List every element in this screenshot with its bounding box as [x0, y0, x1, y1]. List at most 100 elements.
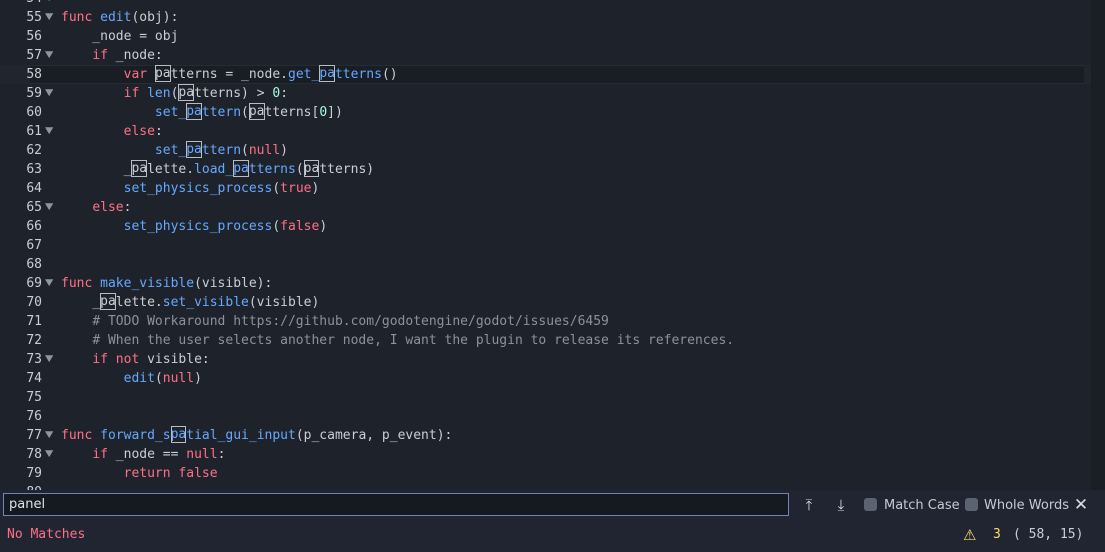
code-line[interactable]: 63 _palette.load_patterns(patterns) [0, 160, 1091, 179]
fold-chevron-icon[interactable]: ▼ [45, 426, 57, 445]
code-token: load_ [194, 162, 234, 177]
line-code: if _node == null: [61, 445, 225, 464]
code-token: set_physics_process [123, 219, 273, 234]
find-input[interactable] [3, 493, 789, 516]
fold-chevron-icon[interactable]: ▼ [45, 274, 57, 293]
code-token: ( [241, 105, 249, 120]
code-token: ) [194, 371, 202, 386]
code-line[interactable]: 56 _node = obj [0, 27, 1091, 46]
line-number: 57 [26, 48, 42, 63]
code-line[interactable]: 69 ▼ func make_visible(visible): [0, 274, 1091, 293]
fold-chevron-icon[interactable]: ▼ [45, 8, 57, 27]
code-token: null [162, 371, 195, 386]
code-line[interactable]: 64 set_physics_process(true) [0, 179, 1091, 198]
code-line[interactable]: 54▼ [0, 0, 1091, 8]
line-code: set_physics_process(true) [61, 179, 320, 198]
fold-chevron-icon[interactable]: ▼ [45, 84, 57, 103]
find-next-button[interactable]: ⤓ [832, 496, 850, 514]
code-token: tial_gui_input [186, 428, 296, 443]
line-code: # TODO Workaround https://github.com/god… [61, 312, 609, 331]
code-line[interactable]: 66 set_physics_process(false) [0, 217, 1091, 236]
cursor-position: ( 58, 15) [1013, 527, 1084, 542]
code-line[interactable]: 80 [0, 483, 1091, 490]
code-line[interactable]: 58 var patterns = _node.get_patterns() [0, 65, 1091, 84]
code-token: () [381, 67, 398, 82]
fold-chevron-icon[interactable]: ▼ [45, 198, 57, 217]
code-line[interactable]: 57 ▼ if _node: [0, 46, 1091, 65]
code-line[interactable]: 74 edit(null) [0, 369, 1091, 388]
code-token: visible: [139, 352, 210, 367]
line-number: 65 [26, 200, 42, 215]
code-token: get_ [288, 67, 320, 82]
code-token: : [217, 447, 226, 462]
search-highlight: pa [303, 160, 320, 177]
code-token: ]) [327, 105, 343, 120]
line-number: 78 [26, 447, 42, 462]
warning-icon[interactable]: ⚠ [963, 526, 976, 544]
close-find-button[interactable]: ✕ [1072, 496, 1090, 514]
code-token: set_visible [162, 295, 249, 310]
fold-chevron-icon[interactable]: ▼ [45, 46, 57, 65]
code-line[interactable]: 68 [0, 255, 1091, 274]
line-code: var patterns = _node.get_patterns() [61, 65, 398, 84]
code-editor[interactable]: 54▼55▼func edit(obj):56 _node = obj57▼ i… [0, 0, 1091, 490]
line-number: 58 [26, 67, 42, 82]
code-token: ) [280, 143, 288, 158]
code-line[interactable]: 77 ▼ func forward_spatial_gui_input(p_came… [0, 426, 1091, 445]
code-line[interactable]: 60 set_pattern(patterns[0]) [0, 103, 1091, 122]
line-code: edit(null) [61, 369, 202, 388]
fold-chevron-icon[interactable]: ▼ [45, 122, 57, 141]
line-code: func forward_spatial_gui_input(p_camera,… [61, 426, 452, 445]
line-code: _palette.set_visible(visible) [61, 293, 319, 312]
code-token: ( [272, 181, 281, 196]
whole-words-checkbox[interactable] [965, 498, 978, 511]
code-line[interactable]: 65 ▼ else: [0, 198, 1091, 217]
line-number: 70 [26, 295, 42, 310]
match-case-label[interactable]: Match Case [884, 498, 960, 513]
code-token: lette. [115, 295, 163, 310]
code-token: ( [272, 219, 281, 234]
code-line[interactable]: 76 [0, 407, 1091, 426]
line-number: 63 [26, 162, 42, 177]
search-highlight: pa [100, 293, 116, 310]
code-token: else [123, 124, 155, 139]
code-token: ttern [201, 105, 242, 120]
code-token: edit [123, 371, 155, 386]
code-line[interactable]: 55 ▼ func edit(obj): [0, 8, 1091, 27]
fold-chevron-icon[interactable]: ▼ [45, 0, 57, 8]
line-number: 62 [26, 143, 42, 158]
whole-words-label[interactable]: Whole Words [984, 498, 1069, 513]
code-line[interactable]: 62 set_pattern(null) [0, 141, 1091, 160]
fold-chevron-icon[interactable]: ▼ [45, 350, 57, 369]
code-line[interactable]: 70 _palette.set_visible(visible) [0, 293, 1091, 312]
code-line[interactable]: 78 ▼ if _node == null: [0, 445, 1091, 464]
status-bar: No Matches ⚠ 3 ( 58, 15) [0, 520, 1105, 552]
line-code: _palette.load_patterns(patterns) [61, 160, 374, 179]
search-highlight: pa [131, 160, 148, 177]
close-icon: ✕ [1073, 495, 1089, 515]
line-number: 54 [0, 0, 42, 8]
code-line[interactable]: 61 ▼ else: [0, 122, 1091, 141]
code-line[interactable]: 75 [0, 388, 1091, 407]
match-case-checkbox[interactable] [864, 498, 877, 511]
warning-count[interactable]: 3 [993, 527, 1001, 542]
find-previous-button[interactable]: ⤒ [800, 496, 818, 514]
code-line[interactable]: 59 ▼ if len(patterns) > 0: [0, 84, 1091, 103]
code-line[interactable]: 79 return false [0, 464, 1091, 483]
code-token: _ [61, 162, 132, 177]
code-token: null [248, 143, 281, 158]
code-token: edit [100, 10, 132, 25]
code-token: : [123, 200, 132, 215]
code-line[interactable]: 67 [0, 236, 1091, 255]
code-line[interactable]: 71 # TODO Workaround https://github.com/… [0, 312, 1091, 331]
code-token: tterns) > [194, 86, 273, 101]
line-number: 59 [26, 86, 42, 101]
editor-scrollbar[interactable] [1091, 0, 1105, 490]
code-line[interactable]: 73 ▼ if not visible: [0, 350, 1091, 369]
fold-chevron-icon[interactable]: ▼ [45, 445, 57, 464]
code-line[interactable]: 72 # When the user selects another node,… [0, 331, 1091, 350]
